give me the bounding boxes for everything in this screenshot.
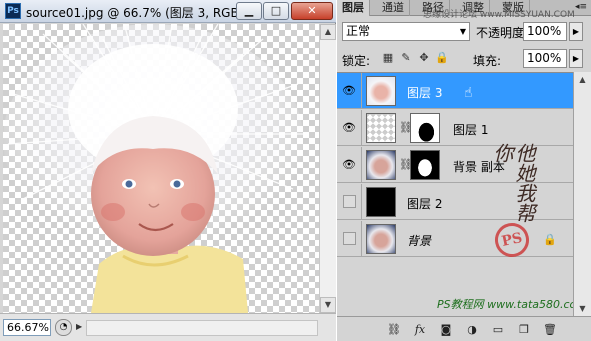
lock-position-icon[interactable]: ✥ [417,51,431,65]
opacity-input[interactable]: 100% [523,22,567,41]
layers-list: 👁 图层 3 ☝ 👁 ⛓ 图层 1 👁 ⛓ 背景 副本 图层 2 背景 🔒 他她… [337,72,587,316]
visibility-toggle-empty[interactable] [343,195,356,208]
lock-label: 锁定: [342,54,371,68]
add-mask-icon[interactable]: ◙ [437,321,455,338]
canvas-image [3,24,308,313]
layer-row[interactable]: 👁 图层 3 ☝ [337,73,573,109]
layer-name[interactable]: 图层 2 [407,195,442,212]
divider [361,73,362,109]
panel-menu-icon[interactable]: ◂≡ [575,0,587,15]
layer-thumbnail[interactable] [366,113,396,143]
lock-transparency-icon[interactable]: ▦ [381,51,395,65]
adjustment-layer-icon[interactable]: ◑ [463,321,481,338]
horizontal-scrollbar[interactable] [86,320,318,336]
fill-slider-arrow-icon[interactable]: ▶ [569,49,583,68]
scroll-down-arrow-icon[interactable]: ▼ [320,297,336,313]
hand-cursor-icon: ☝ [464,85,473,101]
layer-thumbnail[interactable] [366,150,396,180]
document-title: source01.jpg @ 66.7% (图层 3, RGB/... [26,6,255,20]
watermark-top-text: 思缘设计论坛 www.MISSYUAN.COM [423,10,575,20]
layer-name[interactable]: 图层 3 [407,84,442,101]
layer-row[interactable]: 背景 🔒 [337,221,573,257]
layers-scrollbar[interactable]: ▲ ▼ [573,72,591,316]
new-group-icon[interactable]: ▭ [489,321,507,338]
lock-paint-brush-icon[interactable]: ✎ [399,51,413,65]
watermark-url: PS教程网 www.tata580.com [437,298,587,311]
maximize-button[interactable]: □ [263,2,289,20]
layer-row[interactable]: 👁 ⛓ 背景 副本 [337,147,573,183]
scroll-up-arrow-icon[interactable]: ▲ [320,24,336,40]
document-title-bar[interactable]: Ps source01.jpg @ 66.7% (图层 3, RGB/... ▁… [0,0,336,23]
image-canvas[interactable] [3,24,319,313]
zoom-level-field[interactable]: 66.67% [3,319,51,336]
fill-input[interactable]: 100% [523,49,567,68]
eye-icon[interactable]: 👁 [341,83,357,99]
status-menu-arrow-icon[interactable]: ▶ [76,322,82,331]
vertical-scrollbar[interactable]: ▲ ▼ [319,24,336,313]
layer-row[interactable]: 图层 2 [337,184,573,220]
photoshop-app-icon: Ps [5,3,21,19]
layer-thumbnail[interactable] [366,224,396,254]
layer-name[interactable]: 图层 1 [453,121,488,138]
layer-style-fx-icon[interactable]: fx [411,321,429,338]
fill-label: 填充: [473,54,502,68]
visibility-toggle-empty[interactable] [343,232,356,245]
opacity-slider-arrow-icon[interactable]: ▶ [569,22,583,41]
divider [361,147,362,183]
tab-channels[interactable]: 通道 [377,0,410,16]
scroll-up-arrow-icon[interactable]: ▲ [575,72,590,87]
chevron-down-icon: ▼ [459,27,466,36]
layer-thumbnail[interactable] [366,187,396,217]
divider [361,184,362,220]
blend-mode-select[interactable]: 正常 ▼ [342,22,470,41]
minimize-button[interactable]: ▁ [236,2,262,20]
blend-mode-value: 正常 [346,24,371,38]
watermark-signature: 他她我帮你 [490,143,536,223]
layer-name[interactable]: 背景 [407,232,431,249]
layer-row[interactable]: 👁 ⛓ 图层 1 [337,110,573,146]
divider [361,221,362,257]
eye-icon[interactable]: 👁 [341,157,357,173]
layers-panel: 图层 通道 路径 调整 蒙版 ◂≡ 思缘设计论坛 www.MISSYUAN.CO… [337,0,591,341]
lock-icon: 🔒 [543,233,557,246]
layer-mask-thumbnail[interactable] [410,113,440,143]
new-layer-icon[interactable]: ❐ [515,321,533,338]
divider [361,110,362,146]
document-window: Ps source01.jpg @ 66.7% (图层 3, RGB/... ▁… [0,0,336,341]
link-layers-icon[interactable]: ⛓ [385,321,403,338]
layers-bottom-toolbar: ⛓ fx ◙ ◑ ▭ ❐ 🗑 [337,316,591,341]
scroll-down-arrow-icon[interactable]: ▼ [575,301,590,316]
status-info-icon[interactable]: ◔ [55,319,72,336]
delete-layer-trash-icon[interactable]: 🗑 [541,321,559,338]
tab-layers[interactable]: 图层 [337,0,370,16]
lock-all-icon[interactable]: 🔒 [435,51,449,65]
status-bar: 66.67% ◔ ▶ [0,313,336,341]
layer-mask-thumbnail[interactable] [410,150,440,180]
close-button[interactable]: ✕ [291,2,333,20]
layer-thumbnail[interactable] [366,76,396,106]
eye-icon[interactable]: 👁 [341,120,357,136]
opacity-label: 不透明度: [476,26,529,40]
